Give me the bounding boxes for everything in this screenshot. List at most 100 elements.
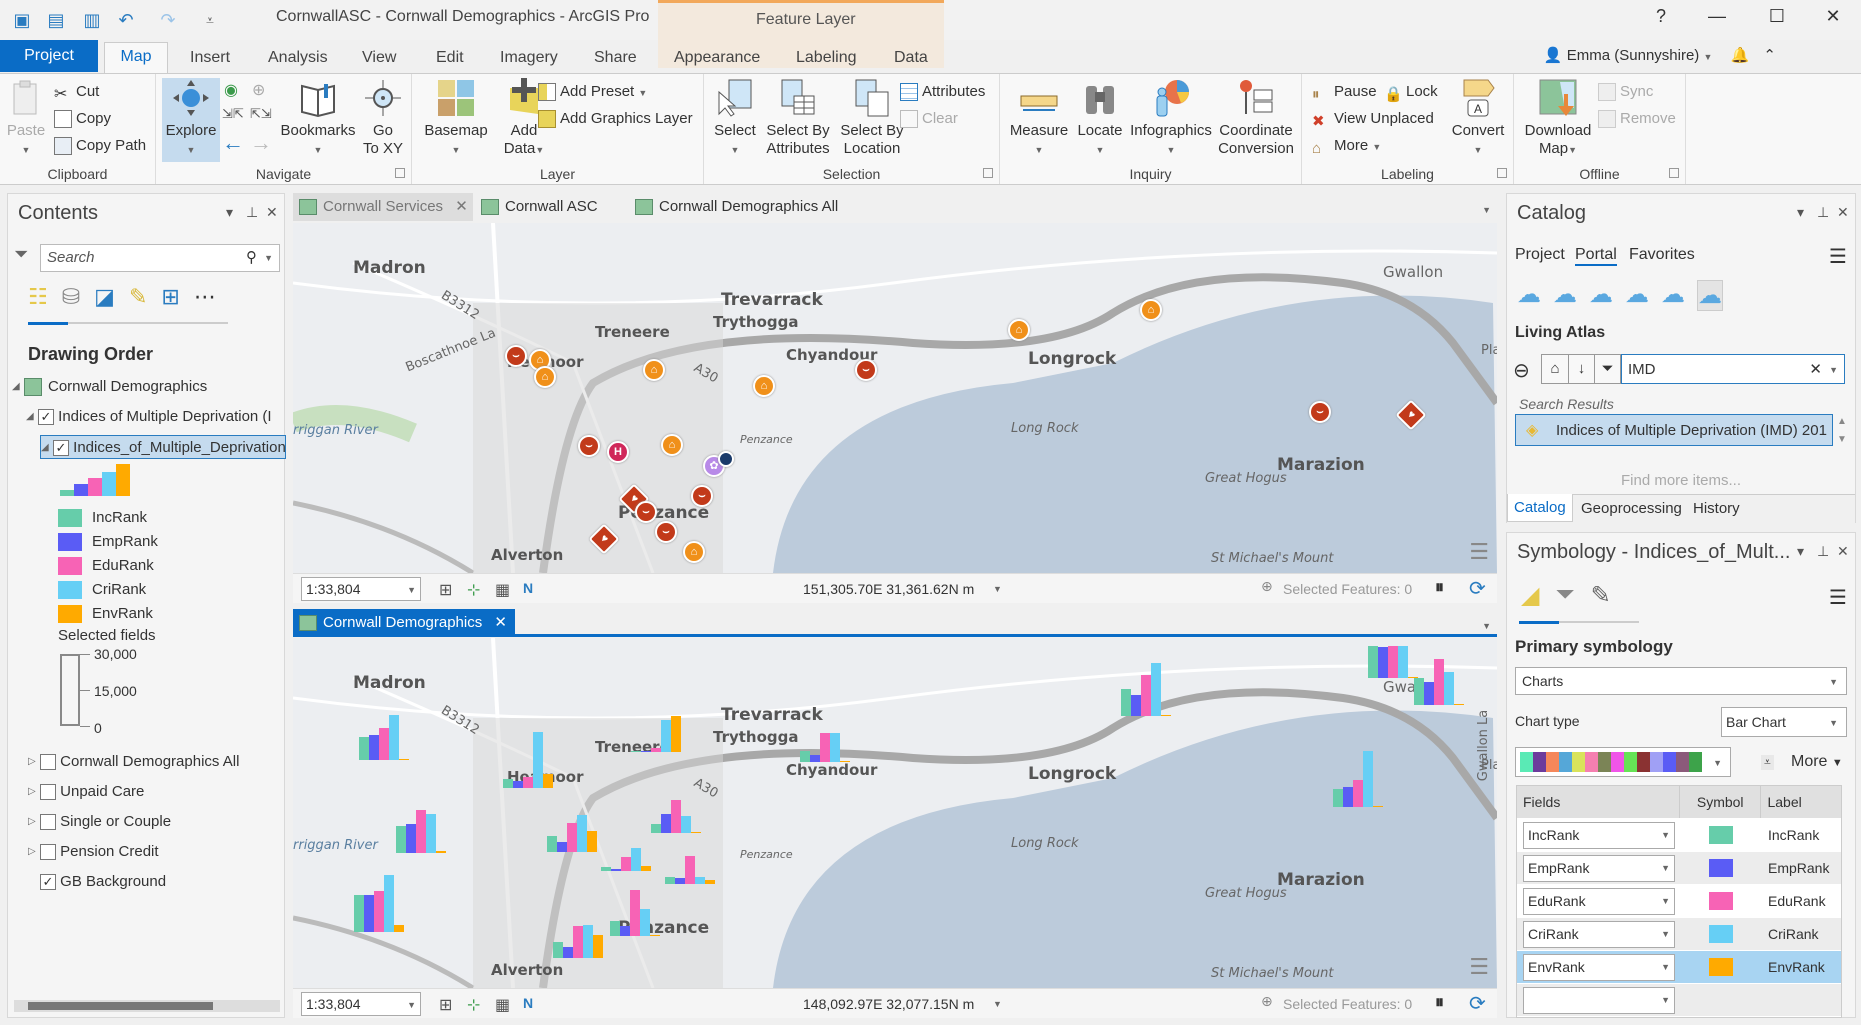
zoom-to-selection-icon[interactable]: ⊕ xyxy=(252,80,265,100)
map-notes-icon[interactable]: ☰ xyxy=(1469,954,1489,980)
chart-symbol-chyandour[interactable] xyxy=(800,702,850,762)
snapping-view-icon[interactable]: ⊞ xyxy=(161,284,179,310)
copy-path-button[interactable]: Copy Path xyxy=(54,134,146,158)
coordinate-conversion-button[interactable]: Coordinate Conversion xyxy=(1216,78,1296,158)
care-home-poi[interactable]: ⌂ xyxy=(1140,299,1162,321)
symbol-layer-icon[interactable]: ✎ xyxy=(1591,581,1611,610)
snapping-icon[interactable]: ⊹ xyxy=(467,995,480,1015)
care-home-poi[interactable]: ⌂ xyxy=(683,541,705,563)
groups-icon[interactable]: ☁ xyxy=(1589,280,1613,311)
chart-symbol-gwallon-e[interactable] xyxy=(1414,645,1464,705)
maximize-button[interactable]: ☐ xyxy=(1762,6,1792,27)
field-label[interactable]: CriRank xyxy=(1762,918,1841,950)
symbology-type-select[interactable]: Charts ▼ xyxy=(1515,667,1847,695)
download-map-button[interactable]: Download Map▼ xyxy=(1520,78,1596,159)
primary-symbology-icon[interactable]: ◢ xyxy=(1521,581,1539,610)
pane-options-icon[interactable]: ▾ xyxy=(1797,543,1804,560)
fixed-zoom-out-icon[interactable]: ⇱⇲ xyxy=(250,106,272,122)
living-atlas-icon[interactable]: ☁ xyxy=(1697,280,1723,311)
field-label[interactable]: IncRank xyxy=(1762,819,1841,851)
bottom-tab-history[interactable]: History xyxy=(1693,500,1740,517)
clear-selection-button[interactable]: Clear xyxy=(900,107,958,131)
grid-icon[interactable]: ⊞ xyxy=(439,580,452,600)
tab-view[interactable]: View xyxy=(350,44,408,72)
search-icon[interactable]: ⚲ xyxy=(246,248,257,266)
tab-imagery[interactable]: Imagery xyxy=(488,44,570,72)
field-label[interactable]: EmpRank xyxy=(1762,852,1841,884)
vary-symbology-icon[interactable]: ⏷ xyxy=(1555,581,1574,610)
table-icon[interactable]: ▦ xyxy=(495,995,510,1015)
bottom-tab-catalog[interactable]: Catalog xyxy=(1507,494,1573,522)
map-tab-cornwall-demographics-all[interactable]: Cornwall Demographics All xyxy=(629,193,869,221)
favorites-cloud-icon[interactable]: ☁ xyxy=(1553,280,1577,311)
map-tab-cornwall-services[interactable]: Cornwall Services ✕ xyxy=(293,193,473,221)
symbology-menu-icon[interactable]: ☰ xyxy=(1829,585,1847,610)
view-unplaced-button[interactable]: ✖ View Unplaced xyxy=(1312,107,1434,131)
arcgis-online-icon[interactable]: ☁ xyxy=(1661,280,1685,311)
coordinate-format-dropdown-icon[interactable]: ▼ xyxy=(993,999,1002,1009)
snapping-icon[interactable]: ⊹ xyxy=(467,580,480,600)
select-by-attributes-button[interactable]: Select By Attributes xyxy=(762,78,834,158)
paste-button[interactable]: Paste ▼ xyxy=(6,78,46,159)
more-options-button[interactable]: More ▼ xyxy=(1791,753,1843,771)
contents-search-input[interactable]: Search ⚲ ▼ xyxy=(40,244,280,272)
refresh-icon[interactable]: ⟳ xyxy=(1469,991,1486,1016)
my-content-icon[interactable]: ☁ xyxy=(1517,280,1541,311)
offline-launcher-icon[interactable] xyxy=(1669,168,1679,178)
drawing-order-icon[interactable]: ☷ xyxy=(28,284,48,310)
catalog-menu-icon[interactable]: ☰ xyxy=(1829,244,1847,269)
legend-item-incrank[interactable]: IncRank xyxy=(58,506,147,530)
field-select[interactable]: EnvRank ▼ xyxy=(1523,953,1675,981)
layer-group-node[interactable]: ◢ ✓ Indices of Multiple Deprivation (I xyxy=(26,405,272,429)
field-symbol-swatch[interactable] xyxy=(1709,892,1734,910)
sort-icon[interactable]: ↓ xyxy=(1568,355,1594,383)
close-button[interactable]: ✕ xyxy=(1818,6,1848,27)
clear-search-icon[interactable]: ✕ xyxy=(1809,360,1822,378)
chart-type-select[interactable]: Bar Chart ▼ xyxy=(1721,707,1847,737)
more-views-icon[interactable]: ⋯ xyxy=(194,284,216,310)
chart-symbol-west[interactable] xyxy=(354,872,404,932)
catalog-tab-project[interactable]: Project xyxy=(1515,246,1565,264)
care-home-poi[interactable]: ⌂ xyxy=(643,359,665,381)
legend-item-edurank[interactable]: EduRank xyxy=(58,554,154,578)
coordinate-format-dropdown-icon[interactable]: ▼ xyxy=(993,584,1002,594)
layer-checkbox[interactable] xyxy=(40,844,56,861)
pharmacy-poi[interactable]: ⌣ xyxy=(1309,401,1331,423)
tab-data[interactable]: Data xyxy=(882,44,940,72)
layer-group-checkbox[interactable]: ✓ xyxy=(38,409,54,426)
tab-analysis[interactable]: Analysis xyxy=(256,44,340,72)
next-extent-icon[interactable]: → xyxy=(250,130,272,156)
field-row[interactable]: EmpRank ▼ EmpRank xyxy=(1517,852,1841,885)
chart-symbol-penzance-e[interactable] xyxy=(665,824,715,884)
field-symbol-swatch[interactable] xyxy=(1709,925,1734,943)
undo-icon[interactable]: ↶ xyxy=(114,8,138,32)
scale-selector[interactable]: 1:33,804 ▼ xyxy=(301,992,421,1016)
catalog-search-input[interactable]: IMD ✕ ▼ xyxy=(1621,354,1845,384)
pause-drawing-icon[interactable]: ⏸ xyxy=(1435,992,1444,1013)
chart-symbol-alverton-n[interactable] xyxy=(553,898,603,958)
pin-icon[interactable]: ⊥ xyxy=(1817,204,1829,221)
add-graphics-layer-button[interactable]: Add Graphics Layer xyxy=(538,107,693,131)
grid-icon[interactable]: ⊞ xyxy=(439,995,452,1015)
pharmacy-poi[interactable]: ⌣ xyxy=(655,521,677,543)
chart-symbol-treneere[interactable] xyxy=(631,692,681,752)
field-row[interactable]: ▼ xyxy=(1517,984,1841,1017)
full-extent-icon[interactable]: ◉ xyxy=(224,80,238,100)
convert-button[interactable]: A Convert ▼ xyxy=(1446,78,1510,159)
map-view-demographics[interactable]: Madron Trevarrack Treneere Trythogga Hea… xyxy=(293,638,1497,988)
expand-icon[interactable]: ▷ xyxy=(28,840,40,864)
chart-symbol-madron[interactable] xyxy=(359,700,409,760)
care-home-poi[interactable]: ⌂ xyxy=(661,434,683,456)
field-row[interactable]: EduRank ▼ EduRank xyxy=(1517,885,1841,918)
pharmacy-poi[interactable]: ⌣ xyxy=(505,345,527,367)
close-tab-icon[interactable]: ✕ xyxy=(455,198,468,215)
selection-launcher-icon[interactable] xyxy=(983,168,993,178)
north-arrow-icon[interactable]: N xyxy=(523,580,533,596)
infographics-button[interactable]: Infographics ▼ xyxy=(1128,78,1214,159)
tab-map[interactable]: Map xyxy=(104,42,168,73)
close-tab-icon[interactable]: ✕ xyxy=(494,614,507,631)
pause-labeling-button[interactable]: ⏸ Pause xyxy=(1312,80,1377,104)
sort-fields-icon[interactable]: ⩡ xyxy=(1761,755,1774,770)
chart-symbol-gwallon-w[interactable] xyxy=(1368,638,1418,678)
redo-icon[interactable]: ↷ xyxy=(156,8,180,32)
